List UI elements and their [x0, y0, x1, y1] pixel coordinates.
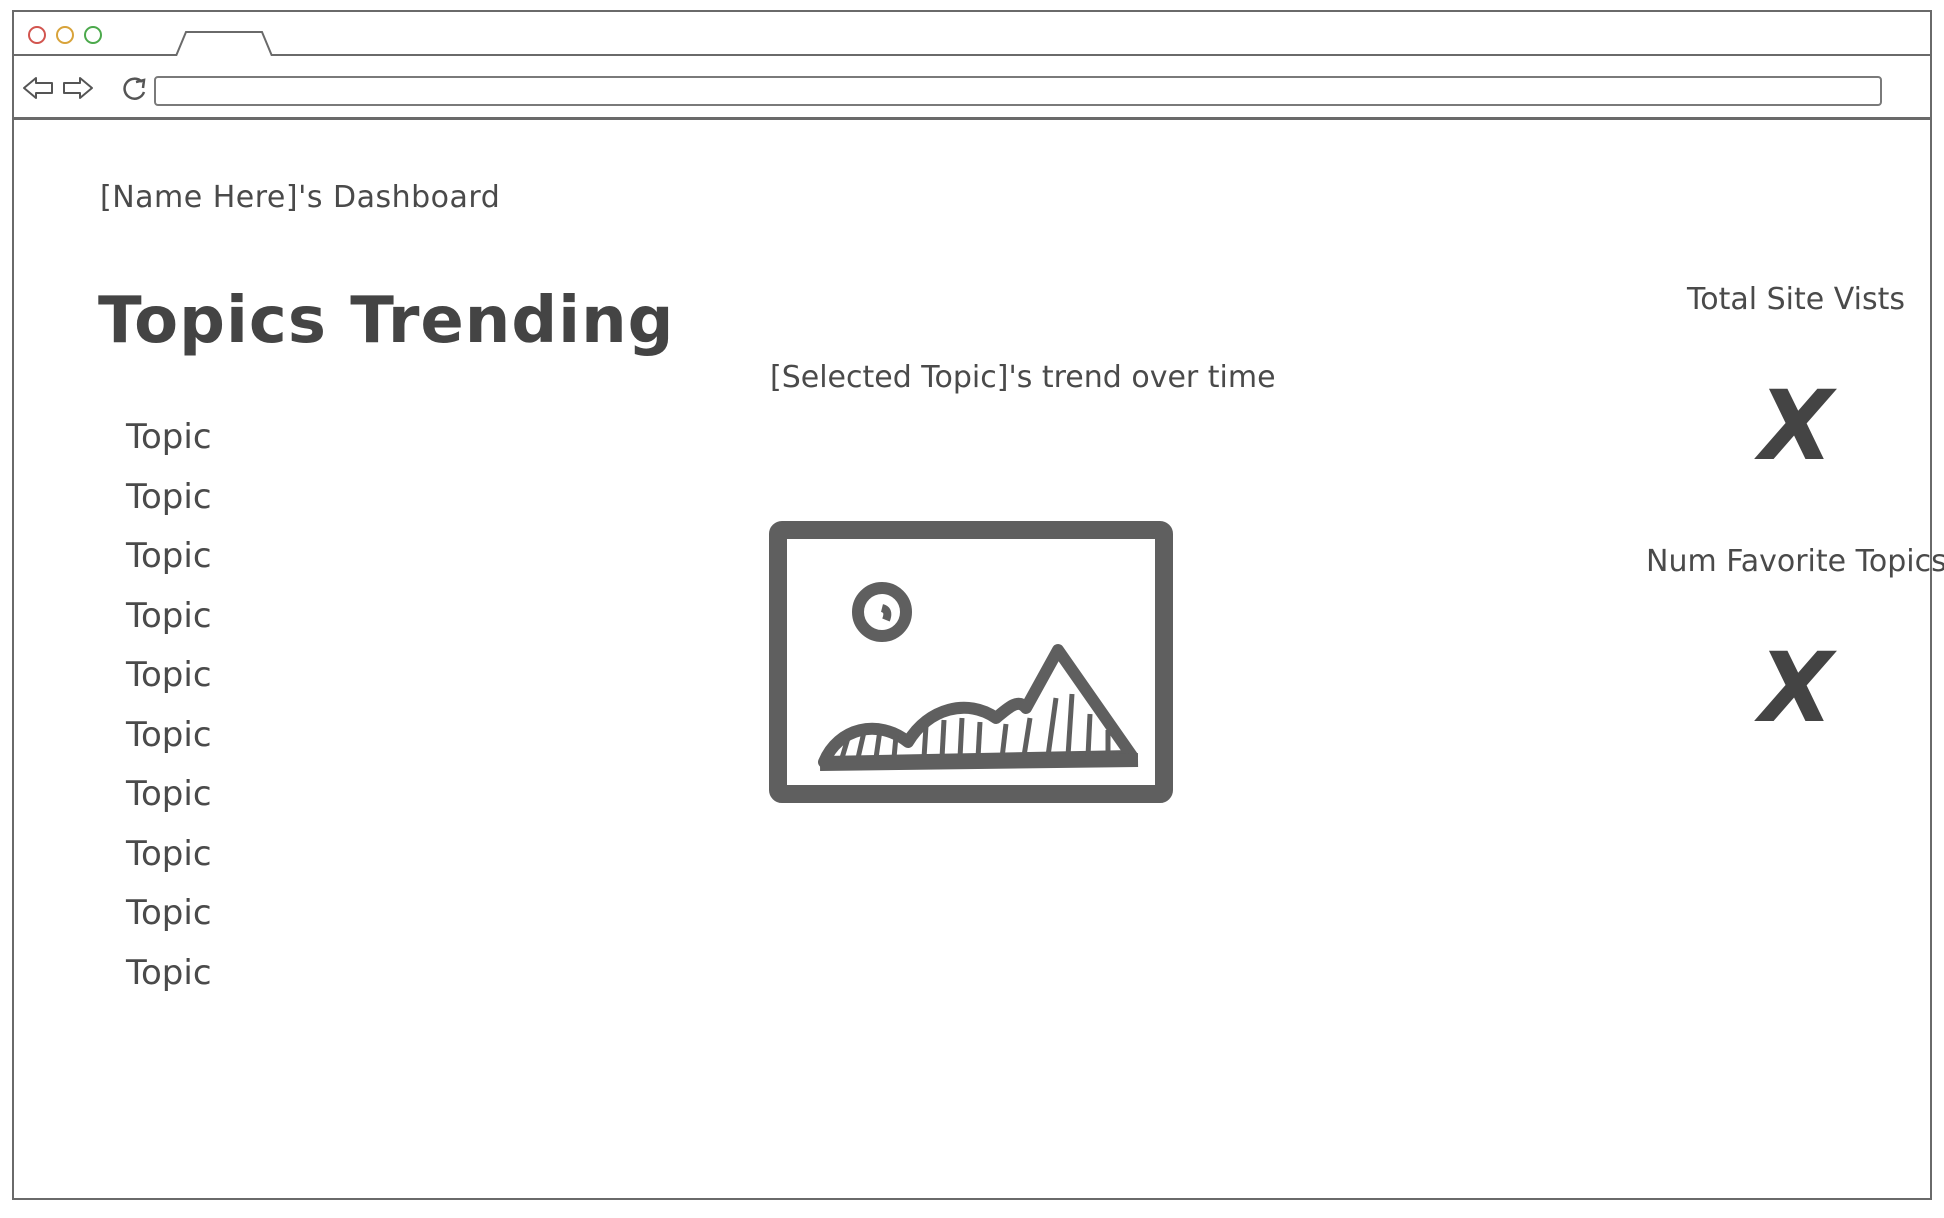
topic-item[interactable]: Topic [126, 591, 212, 651]
trend-chart-caption: [Selected Topic]'s trend over time [770, 360, 1276, 395]
topic-item[interactable]: Topic [126, 472, 212, 532]
arrow-left-icon[interactable] [22, 74, 54, 102]
topic-item[interactable]: Topic [126, 531, 212, 591]
address-bar[interactable] [154, 76, 1882, 106]
topic-item[interactable]: Topic [126, 948, 212, 1008]
num-favorite-topics-value: X [1758, 632, 1833, 744]
topic-item[interactable]: Topic [126, 769, 212, 829]
topic-item[interactable]: Topic [126, 650, 212, 710]
close-window-button[interactable] [28, 26, 46, 44]
browser-window: [Name Here]'s Dashboard Topics Trending … [12, 10, 1944, 1200]
minimize-window-button[interactable] [56, 26, 74, 44]
navigation-bar [14, 56, 1930, 120]
topic-item[interactable]: Topic [126, 412, 212, 472]
reload-icon[interactable] [120, 74, 150, 102]
browser-tab[interactable] [174, 30, 274, 56]
dashboard-title: [Name Here]'s Dashboard [100, 180, 501, 215]
title-bar [14, 12, 1930, 56]
topic-item[interactable]: Topic [126, 888, 212, 948]
total-site-visits-value: X [1758, 370, 1833, 482]
maximize-window-button[interactable] [84, 26, 102, 44]
image-placeholder-icon [769, 521, 1173, 803]
topic-list: Topic Topic Topic Topic Topic Topic Topi… [126, 412, 212, 1007]
total-site-visits-label: Total Site Vists [1687, 282, 1905, 317]
topics-trending-heading: Topics Trending [98, 284, 675, 358]
topic-item[interactable]: Topic [126, 829, 212, 889]
topic-item[interactable]: Topic [126, 710, 212, 770]
num-favorite-topics-label: Num Favorite Topics [1646, 544, 1944, 579]
arrow-right-icon[interactable] [62, 74, 94, 102]
